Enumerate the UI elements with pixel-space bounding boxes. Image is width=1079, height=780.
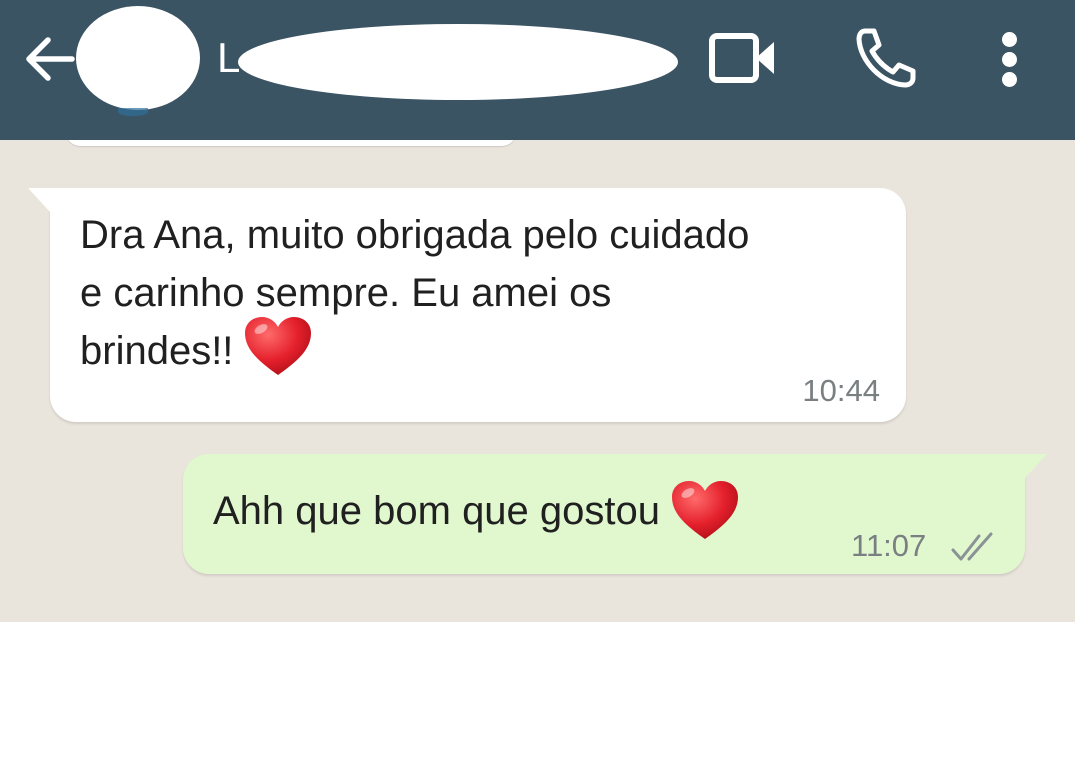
message-timestamp: 10:44: [802, 373, 880, 408]
video-call-icon[interactable]: [708, 30, 776, 86]
message-line: e carinho sempre. Eu amei os: [80, 271, 612, 315]
incoming-message-bubble[interactable]: Dra Ana, muito obrigada pelo cuidado e c…: [28, 188, 906, 422]
message-timestamp: 11:07: [851, 528, 927, 563]
contact-name[interactable]: L: [217, 33, 240, 83]
menu-dot: [1002, 32, 1017, 47]
contact-avatar[interactable]: [76, 6, 200, 116]
arrow-left-icon[interactable]: [22, 32, 76, 86]
red-heart-emoji-icon: [672, 481, 739, 540]
redacted-name-overlay: [238, 24, 678, 100]
menu-dot: [1002, 72, 1017, 87]
message-line-text: brindes!!: [80, 329, 234, 373]
message-line: brindes!!: [80, 317, 749, 380]
message-line-text: Ahh que bom que gostou: [213, 489, 661, 533]
chat-area[interactable]: Dra Ana, muito obrigada pelo cuidado e c…: [0, 140, 1075, 622]
menu-dot: [1002, 52, 1017, 67]
incoming-message-text: Dra Ana, muito obrigada pelo cuidado e c…: [80, 206, 749, 380]
phone-icon[interactable]: [855, 27, 917, 89]
outgoing-message-bubble[interactable]: Ahh que bom que gostou 11:07: [183, 454, 1047, 574]
red-heart-emoji-icon: [245, 317, 312, 376]
message-line: Dra Ana, muito obrigada pelo cuidado: [80, 213, 750, 257]
previous-message-bubble: [66, 140, 516, 146]
outgoing-message-text: Ahh que bom que gostou: [213, 481, 740, 541]
double-check-icon: [951, 532, 993, 561]
chat-header: L: [0, 0, 1075, 140]
more-vertical-icon[interactable]: [994, 30, 1026, 88]
